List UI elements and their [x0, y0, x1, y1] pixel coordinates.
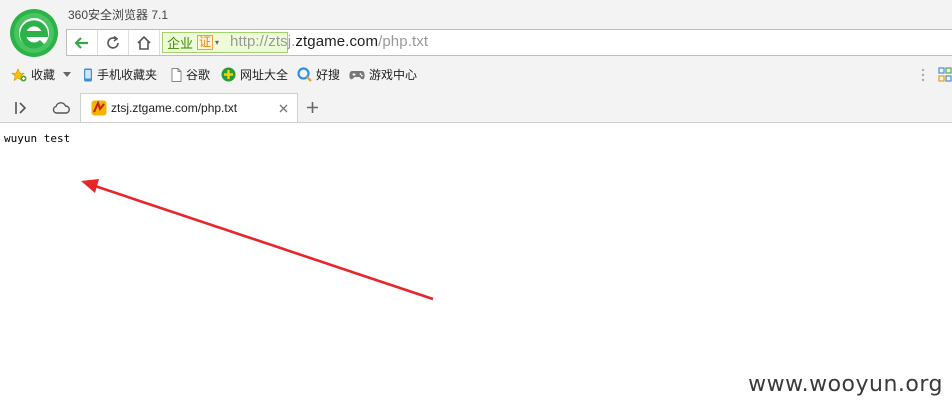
browser-chrome: 360安全浏览器 7.1 企业 证 ▾ http://ztsj.ztgame.c… [0, 0, 952, 123]
arrow-left-icon [74, 36, 88, 49]
apps-grid-icon[interactable] [938, 67, 952, 83]
cloud-icon[interactable] [52, 101, 70, 114]
bookmarks-bar: 收藏 手机收藏夹 谷歌 网址大全 好搜 游戏中心 [0, 62, 952, 87]
tab-bar: ztsj.ztgame.com/php.txt [0, 93, 952, 122]
bookmark-favorites-label: 收藏 [31, 68, 56, 82]
cert-badge: 证 [197, 35, 214, 50]
bookmark-site-directory-label: 网址大全 [240, 68, 289, 82]
app-title: 360安全浏览器 7.1 [68, 8, 169, 22]
gamepad-icon [349, 70, 365, 79]
home-icon [137, 35, 151, 50]
site-directory-icon [221, 67, 236, 82]
refresh-button[interactable] [98, 30, 129, 55]
refresh-icon [107, 35, 119, 49]
bookmark-games[interactable]: 游戏中心 [349, 66, 417, 83]
new-tab-icon[interactable] [306, 101, 319, 114]
search-icon [297, 67, 312, 82]
phone-icon [84, 68, 92, 81]
watermark: www.wooyun.org [748, 372, 943, 397]
browser-logo-icon [10, 9, 58, 57]
address-input[interactable]: http://ztsj.ztgame.com/php.txt [230, 33, 428, 50]
bookmark-haosou-label: 好搜 [316, 68, 341, 82]
bookmark-games-label: 游戏中心 [369, 68, 418, 82]
site-favicon-icon [91, 100, 107, 116]
cert-label: 企业 [167, 37, 194, 52]
bookmark-site-directory[interactable]: 网址大全 [221, 66, 288, 83]
chevron-down-icon[interactable] [63, 72, 71, 78]
page-content: wuyun test www.wooyun.org [0, 123, 952, 411]
home-button[interactable] [129, 30, 160, 55]
back-button[interactable] [67, 30, 98, 55]
tab-active[interactable]: ztsj.ztgame.com/php.txt [80, 93, 298, 122]
bookmark-google-label: 谷歌 [186, 68, 211, 82]
bookmark-google[interactable]: 谷歌 [171, 66, 210, 83]
bookmark-mobile-favorites[interactable]: 手机收藏夹 [83, 66, 157, 83]
sidebar-toggle-icon[interactable] [14, 101, 28, 115]
url-path: /php.txt [378, 33, 429, 50]
star-icon [11, 67, 27, 81]
more-vertical-icon[interactable] [921, 68, 925, 82]
tab-title: ztsj.ztgame.com/php.txt [111, 101, 238, 115]
bookmark-favorites[interactable]: 收藏 [11, 66, 55, 83]
bookmark-mobile-favorites-label: 手机收藏夹 [97, 68, 158, 82]
navigation-bar: 企业 证 ▾ http://ztsj.ztgame.com/php.txt [66, 29, 952, 56]
chevron-down-icon: ▾ [215, 38, 220, 47]
page-icon [171, 67, 182, 82]
url-prefix: http://ztsj. [230, 33, 296, 50]
close-icon[interactable] [279, 104, 288, 113]
bookmark-haosou[interactable]: 好搜 [297, 66, 340, 83]
annotation-arrow-icon [81, 179, 434, 301]
url-domain: ztgame.com [295, 33, 379, 50]
